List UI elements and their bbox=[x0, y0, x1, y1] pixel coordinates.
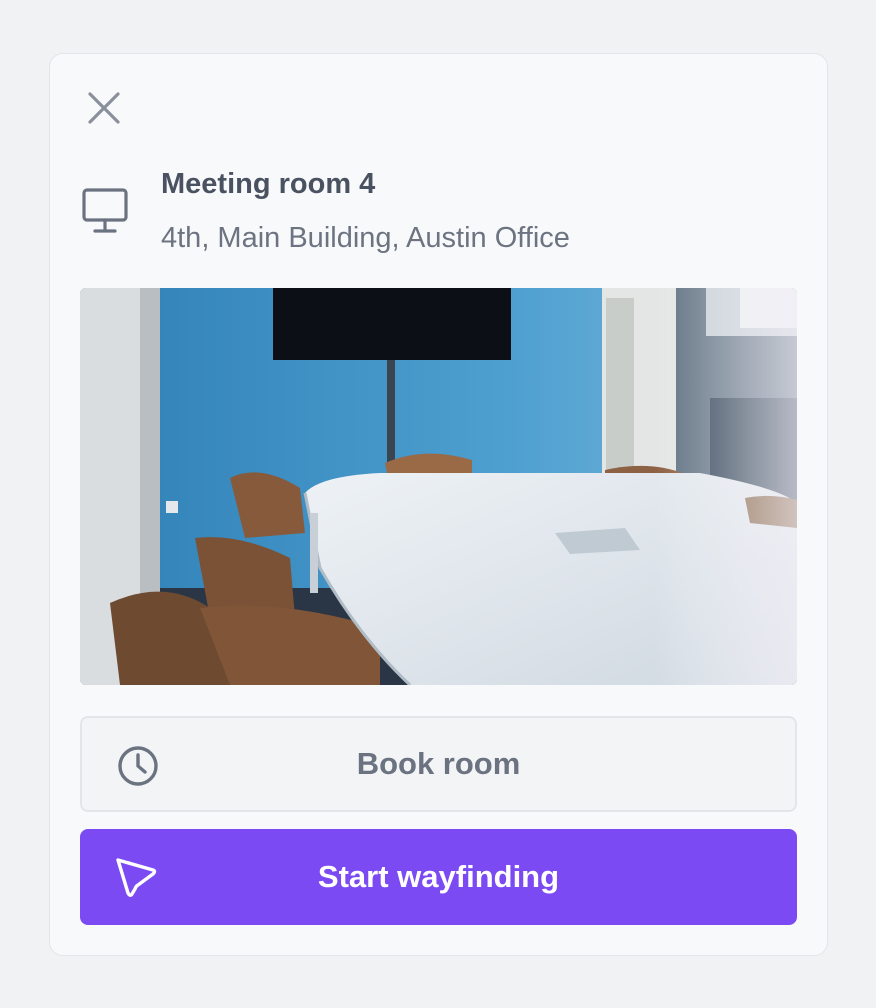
room-location: 4th, Main Building, Austin Office bbox=[161, 222, 570, 254]
navigation-arrow-icon bbox=[116, 858, 157, 897]
close-button[interactable] bbox=[84, 88, 124, 128]
start-wayfinding-button[interactable]: Start wayfinding bbox=[80, 829, 797, 925]
room-title: Meeting room 4 bbox=[161, 168, 376, 200]
start-wayfinding-label: Start wayfinding bbox=[317, 859, 560, 894]
room-photo bbox=[80, 288, 797, 685]
room-detail-panel: Meeting room 4 4th, Main Building, Austi… bbox=[49, 53, 828, 956]
book-room-label: Book room bbox=[356, 746, 521, 781]
monitor-icon bbox=[82, 188, 128, 233]
close-icon bbox=[88, 92, 120, 124]
book-room-button[interactable]: Book room bbox=[80, 716, 797, 812]
room-header: Meeting room 4 4th, Main Building, Austi… bbox=[80, 164, 797, 254]
clock-icon bbox=[118, 746, 158, 786]
